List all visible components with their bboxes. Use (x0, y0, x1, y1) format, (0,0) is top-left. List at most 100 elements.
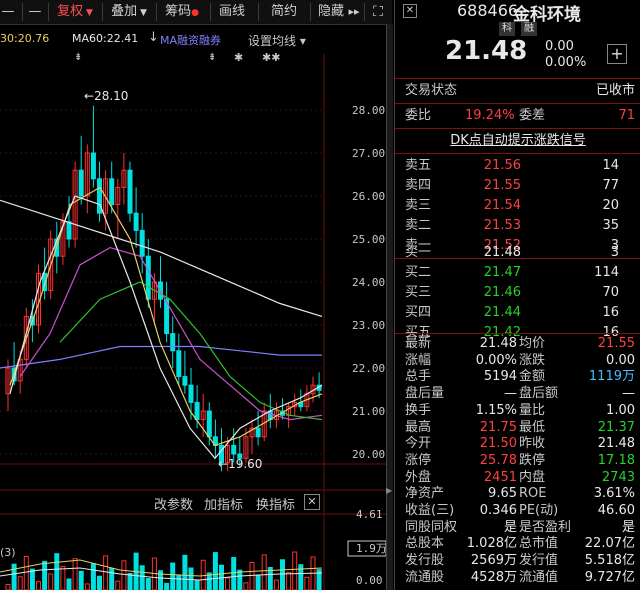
volume-bar (243, 582, 249, 590)
stats-row: 外盘 2451 内盘 2743 (395, 469, 640, 486)
kline-chart[interactable]: 30:20.76 MA60:22.41 ↓ MA融资融券 设置均线 ▾ ⇟ ⇟ … (0, 24, 392, 590)
stat-label: 昨收 (519, 436, 546, 452)
bid-price: 21.47 (483, 265, 521, 280)
bid-row[interactable]: 买一 21.48 3 (395, 243, 640, 263)
candle-body (139, 229, 145, 257)
ask-row[interactable]: 卖三 21.54 20 (395, 196, 640, 216)
stat-label: 总市值 (519, 536, 559, 552)
volume-bar (194, 580, 200, 590)
stat-label: 内盘 (519, 469, 546, 485)
bid-volume: 3 (610, 245, 619, 260)
candle-body (194, 401, 200, 421)
plus-icon[interactable]: + (607, 44, 627, 64)
volume-bar (29, 568, 35, 590)
stat-label: 总股本 (405, 536, 445, 552)
volume-bar (48, 573, 54, 590)
collapse-arrow-icon[interactable]: ▶ (386, 486, 392, 495)
candle-body (78, 169, 84, 197)
dk-signal-link[interactable]: DK点自动提示涨跌信号 (395, 131, 640, 151)
stats-row: 最高 21.75 最低 21.37 (395, 419, 640, 436)
price-change: 0.00 (545, 39, 574, 54)
stat-value: 46.60 (597, 503, 635, 518)
hide-button[interactable]: 隐藏 (314, 2, 348, 22)
stats-row: 总股本 1.028亿 总市值 22.07亿 (395, 535, 640, 552)
stat-label: 同股同权 (405, 519, 458, 535)
volume-bar (23, 555, 29, 590)
minus-button-2[interactable]: — (26, 2, 44, 22)
draw-line-button[interactable]: 画线 (214, 2, 250, 22)
ask-row[interactable]: 卖五 21.56 14 (395, 156, 640, 176)
stat-value: 21.55 (597, 336, 635, 351)
ask-volume: 77 (602, 178, 619, 193)
candle-body (176, 350, 182, 378)
simple-button[interactable]: 简约 (262, 2, 306, 22)
add-indicator-button[interactable]: 加指标 (204, 494, 243, 513)
volume-bar (17, 576, 23, 590)
bid-row[interactable]: 买二 21.47 114 (395, 263, 640, 283)
close-icon[interactable]: ✕ (403, 4, 417, 18)
ask-volume: 20 (602, 198, 619, 213)
stat-label: 涨停 (405, 452, 432, 468)
dropdown-icon: ▼ (137, 8, 147, 18)
stat-value: 3.61% (593, 486, 635, 502)
stats-row: 总手 5194 金额 1119万 (395, 368, 640, 385)
ask-volume: 14 (602, 158, 619, 173)
price-axis-label: 28.00 (352, 104, 385, 117)
chart-toolbar: — — 复权 ▼ 叠加 ▼ 筹码● 画线 简约 隐藏 ▸▸ ⛶ (0, 0, 392, 25)
stat-value: 4528万 (470, 569, 517, 585)
candle-body (66, 221, 72, 240)
volume-bar (139, 565, 145, 590)
stat-value: 1.028亿 (466, 536, 517, 552)
ask-row[interactable]: 卖二 21.53 35 (395, 216, 640, 236)
stat-value: 21.50 (479, 436, 517, 452)
volume-bar (292, 551, 298, 590)
panel-splitter[interactable] (386, 24, 393, 590)
switch-indicator-button[interactable]: 换指标 (256, 494, 295, 513)
bid-volume: 16 (602, 305, 619, 320)
volume-bar (78, 570, 84, 590)
last-price: 21.48 (445, 36, 528, 66)
chip-button[interactable]: 筹码● (160, 2, 204, 22)
volume-bar (273, 579, 279, 590)
stat-value: 1.15% (475, 402, 517, 418)
ask-price: 21.54 (483, 198, 521, 213)
order-ratio-row: 委比 19.24% 委差 71 (405, 108, 635, 123)
overlay-button[interactable]: 叠加 ▼ (106, 2, 152, 22)
modify-params-button[interactable]: 改参数 (154, 494, 193, 513)
volume-bar (60, 565, 66, 590)
stat-label: 最低 (519, 419, 546, 435)
stats-row: 发行股 2569万 发行值 5.518亿 (395, 552, 640, 569)
stats-row: 同股同权是是否盈利是 (395, 519, 640, 536)
stat-label: 流通股 (405, 569, 445, 585)
ask-row[interactable]: 卖四 21.55 77 (395, 176, 640, 196)
stats-row: 涨幅 0.00% 涨跌 0.00 (395, 352, 640, 369)
candle-body (133, 212, 139, 231)
volume-bar (84, 583, 90, 590)
minus-button[interactable]: — (0, 2, 16, 22)
stat-value: 9.727亿 (584, 569, 635, 585)
bid-label: 买四 (405, 305, 432, 320)
ask-volume: 35 (602, 218, 619, 233)
stat-value: 25.78 (479, 452, 517, 468)
fullscreen-icon[interactable]: ⛶ (368, 2, 388, 22)
fuquan-button[interactable]: 复权 ▼ (52, 2, 98, 22)
ask-label: 卖四 (405, 178, 432, 193)
stat-label: 净资产 (405, 486, 445, 502)
stat-value: 5.518亿 (584, 553, 635, 569)
stat-label: 盘后量 (405, 386, 445, 402)
volume-axis-label: 4.61 (356, 508, 383, 521)
volume-bar (11, 563, 17, 590)
bid-row[interactable]: 买四 21.44 16 (395, 303, 640, 323)
volume-tab[interactable]: (3) (0, 546, 16, 559)
bid-row[interactable]: 买三 21.46 70 (395, 283, 640, 303)
price-axis-label: 20.00 (352, 448, 385, 461)
price-axis-label: 26.00 (352, 190, 385, 203)
stat-value: 21.48 (597, 436, 635, 452)
volume-bar (90, 563, 96, 590)
stat-label: 金额 (519, 369, 546, 385)
stat-value: 1.00 (606, 402, 635, 418)
stat-value: 17.18 (597, 452, 635, 468)
ask-price: 21.55 (483, 178, 521, 193)
double-chevron-right-icon[interactable]: ▸▸ (346, 2, 362, 22)
close-icon[interactable]: ✕ (304, 494, 320, 510)
